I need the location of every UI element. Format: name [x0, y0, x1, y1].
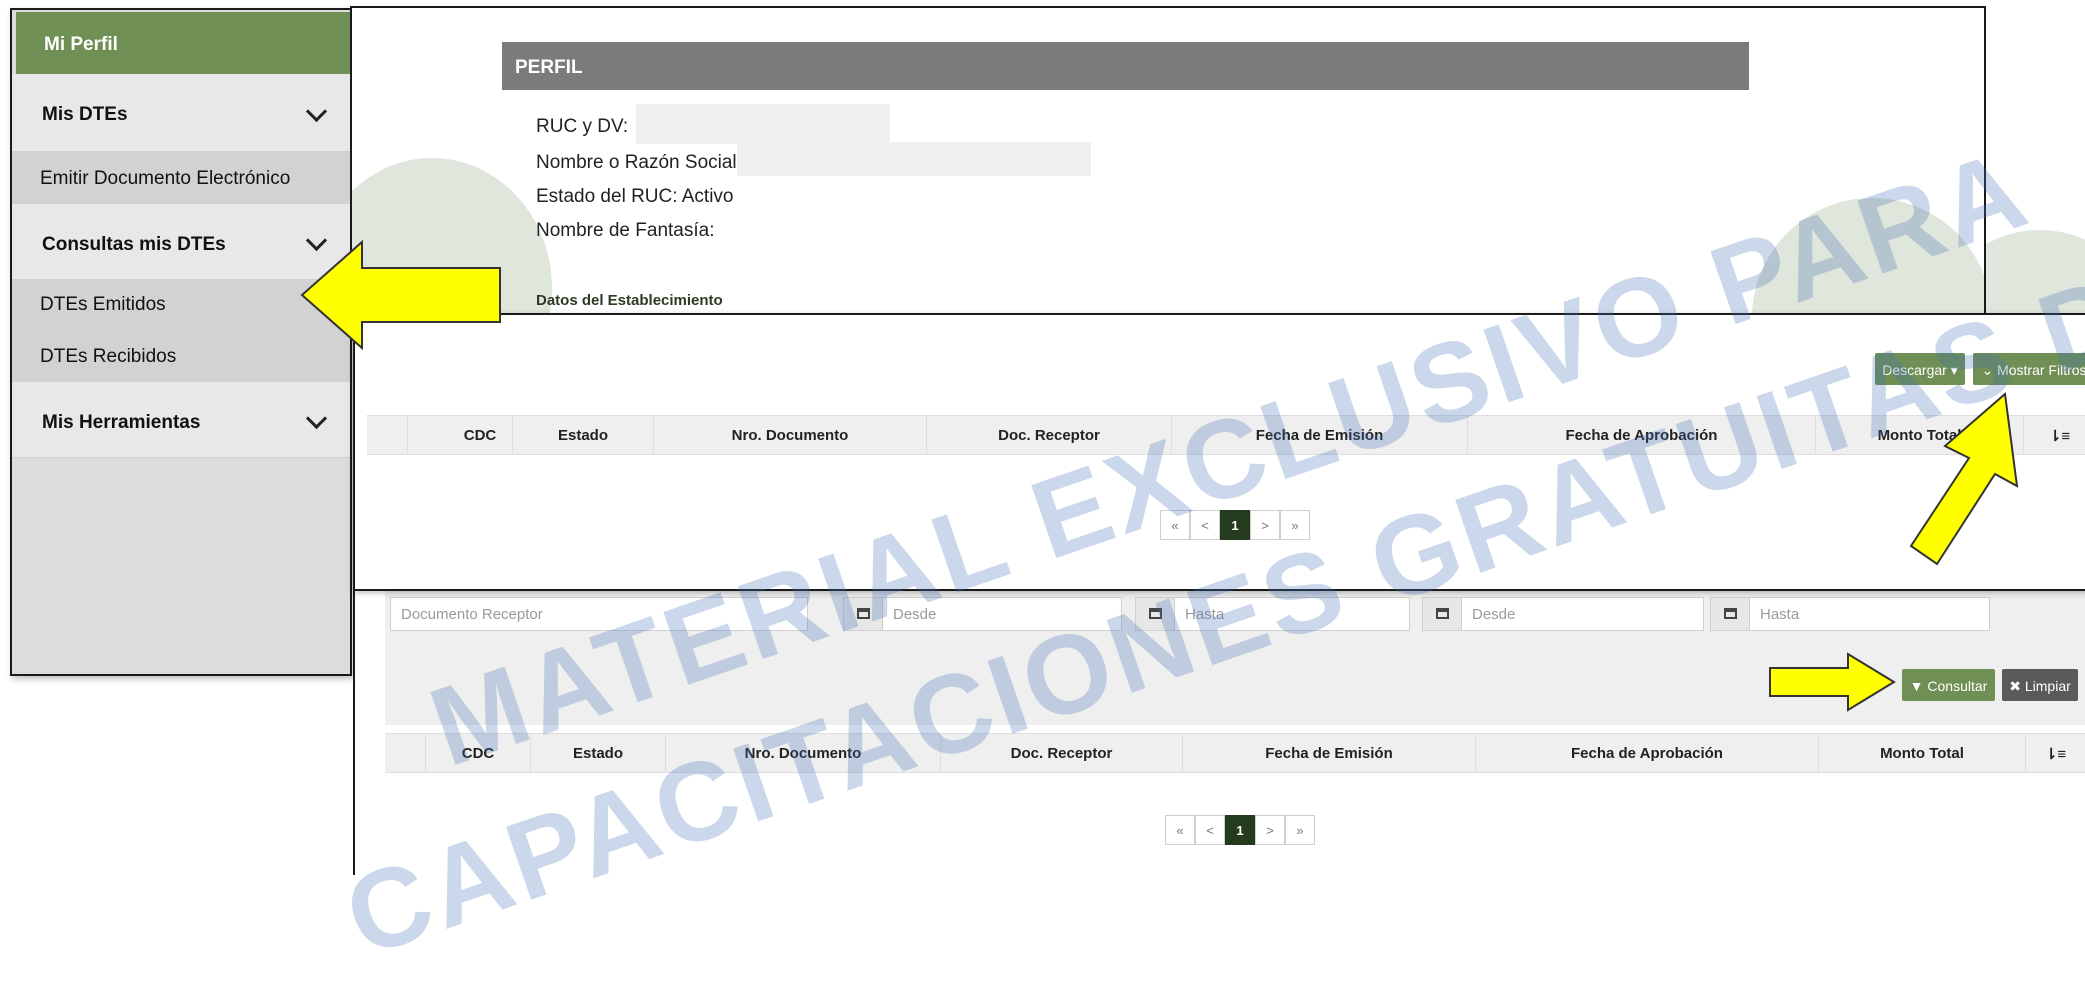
pagination-last[interactable]: »: [1285, 815, 1315, 845]
sidebar-item-label: DTEs Recibidos: [40, 346, 177, 367]
sidebar-item-label: Mis Herramientas: [42, 412, 201, 433]
chevron-down-icon: [305, 407, 328, 429]
results-table-window: Descargar ▾ ⌄ Mostrar Filtros CDC Estado…: [353, 313, 2085, 591]
pagination-next[interactable]: >: [1255, 815, 1285, 845]
filters-table-header: CDC Estado Nro. Documento Doc. Receptor …: [385, 733, 2085, 773]
column-header-doc-receptor[interactable]: Doc. Receptor: [940, 734, 1182, 772]
arrow-left-icon: [300, 239, 501, 351]
arrow-right-icon: [1769, 652, 1896, 712]
sidebar-item-label: Emitir Documento Electrónico: [40, 168, 291, 189]
documento-receptor-input[interactable]: Documento Receptor: [390, 597, 808, 631]
pagination-first[interactable]: «: [1165, 815, 1195, 845]
column-header-fecha-emision[interactable]: Fecha de Emisión: [1182, 734, 1475, 772]
filters-window: Documento Receptor Desde Hasta Desde Has…: [353, 575, 2085, 875]
close-icon: ✖: [2009, 678, 2021, 694]
filter-icon: ▼: [1909, 678, 1924, 694]
column-header-estado[interactable]: Estado: [512, 416, 653, 454]
calendar-icon: [1436, 608, 1449, 619]
column-header-fecha-aprobacion[interactable]: Fecha de Aprobación: [1475, 734, 1818, 772]
arrow-up-icon: [1909, 392, 2019, 566]
fecha-emision-hasta-input[interactable]: Hasta: [1174, 597, 1410, 631]
nombre-fantasia-label: Nombre de Fantasía:: [536, 220, 715, 241]
chevron-down-icon: [305, 100, 328, 122]
sidebar-item-mis-dtes[interactable]: Mis DTEs: [12, 74, 350, 152]
column-header-doc-receptor[interactable]: Doc. Receptor: [926, 416, 1171, 454]
perfil-window: PERFIL RUC y DV: Nombre o Razón Social: …: [350, 6, 1986, 318]
column-header-fecha-emision[interactable]: Fecha de Emisión: [1171, 416, 1467, 454]
sidebar-item-label: Mis DTEs: [42, 104, 128, 125]
consultar-button[interactable]: ▼ Consultar: [1902, 669, 1995, 701]
mostrar-filtros-button[interactable]: ⌄ Mostrar Filtros: [1973, 353, 2085, 385]
sidebar-item-label: Consultas mis DTEs: [42, 234, 226, 255]
pagination-page-1[interactable]: 1: [1220, 510, 1250, 540]
sort-icon[interactable]: ⇂≡: [2025, 734, 2085, 772]
calendar-icon: [857, 608, 870, 619]
sidebar-item-label: DTEs Emitidos: [40, 294, 166, 315]
chevron-down-icon: ⌄: [1981, 362, 1994, 378]
calendar-icon: [1724, 608, 1737, 619]
sidebar-header-mi-perfil[interactable]: Mi Perfil: [16, 12, 352, 74]
fecha-emision-desde-calendar[interactable]: [843, 597, 883, 631]
ruc-label: RUC y DV:: [536, 116, 629, 137]
column-header-estado[interactable]: Estado: [530, 734, 665, 772]
sidebar-item-mis-herramientas[interactable]: Mis Herramientas: [12, 382, 350, 458]
column-header-monto-total[interactable]: Monto Total: [1818, 734, 2025, 772]
perfil-title-bar: PERFIL: [502, 42, 1749, 90]
ruc-value-redacted: [636, 104, 890, 144]
pagination-prev[interactable]: <: [1195, 815, 1225, 845]
datos-establecimiento-heading: Datos del Establecimiento: [536, 292, 723, 309]
descargar-button[interactable]: Descargar ▾: [1875, 353, 1965, 385]
pagination-page-1[interactable]: 1: [1225, 815, 1255, 845]
pagination-next[interactable]: >: [1250, 510, 1280, 540]
sidebar-item-emitir-documento[interactable]: Emitir Documento Electrónico: [12, 152, 350, 204]
column-header-nro-documento[interactable]: Nro. Documento: [665, 734, 940, 772]
column-header-nro-documento[interactable]: Nro. Documento: [653, 416, 926, 454]
razon-social-value-redacted: [737, 142, 1091, 176]
background-decoration: [1752, 198, 1984, 316]
fecha-aprobacion-desde-input[interactable]: Desde: [1461, 597, 1704, 631]
fecha-aprobacion-desde-calendar[interactable]: [1422, 597, 1462, 631]
column-header-cdc[interactable]: CDC: [425, 734, 530, 772]
sort-icon[interactable]: ⇂≡: [2023, 416, 2085, 454]
fecha-aprobacion-hasta-input[interactable]: Hasta: [1749, 597, 1990, 631]
column-header-fecha-aprobacion[interactable]: Fecha de Aprobación: [1467, 416, 1815, 454]
calendar-icon: [1149, 608, 1162, 619]
fecha-emision-desde-input[interactable]: Desde: [882, 597, 1122, 631]
results-table-header: CDC Estado Nro. Documento Doc. Receptor …: [367, 415, 2085, 455]
razon-social-label: Nombre o Razón Social:: [536, 152, 742, 173]
estado-ruc-label: Estado del RUC: Activo: [536, 186, 734, 207]
pagination-first[interactable]: «: [1160, 510, 1190, 540]
pagination-last[interactable]: »: [1280, 510, 1310, 540]
limpiar-button[interactable]: ✖ Limpiar: [2002, 669, 2078, 701]
fecha-emision-hasta-calendar[interactable]: [1135, 597, 1175, 631]
pagination-prev[interactable]: <: [1190, 510, 1220, 540]
fecha-aprobacion-hasta-calendar[interactable]: [1710, 597, 1750, 631]
